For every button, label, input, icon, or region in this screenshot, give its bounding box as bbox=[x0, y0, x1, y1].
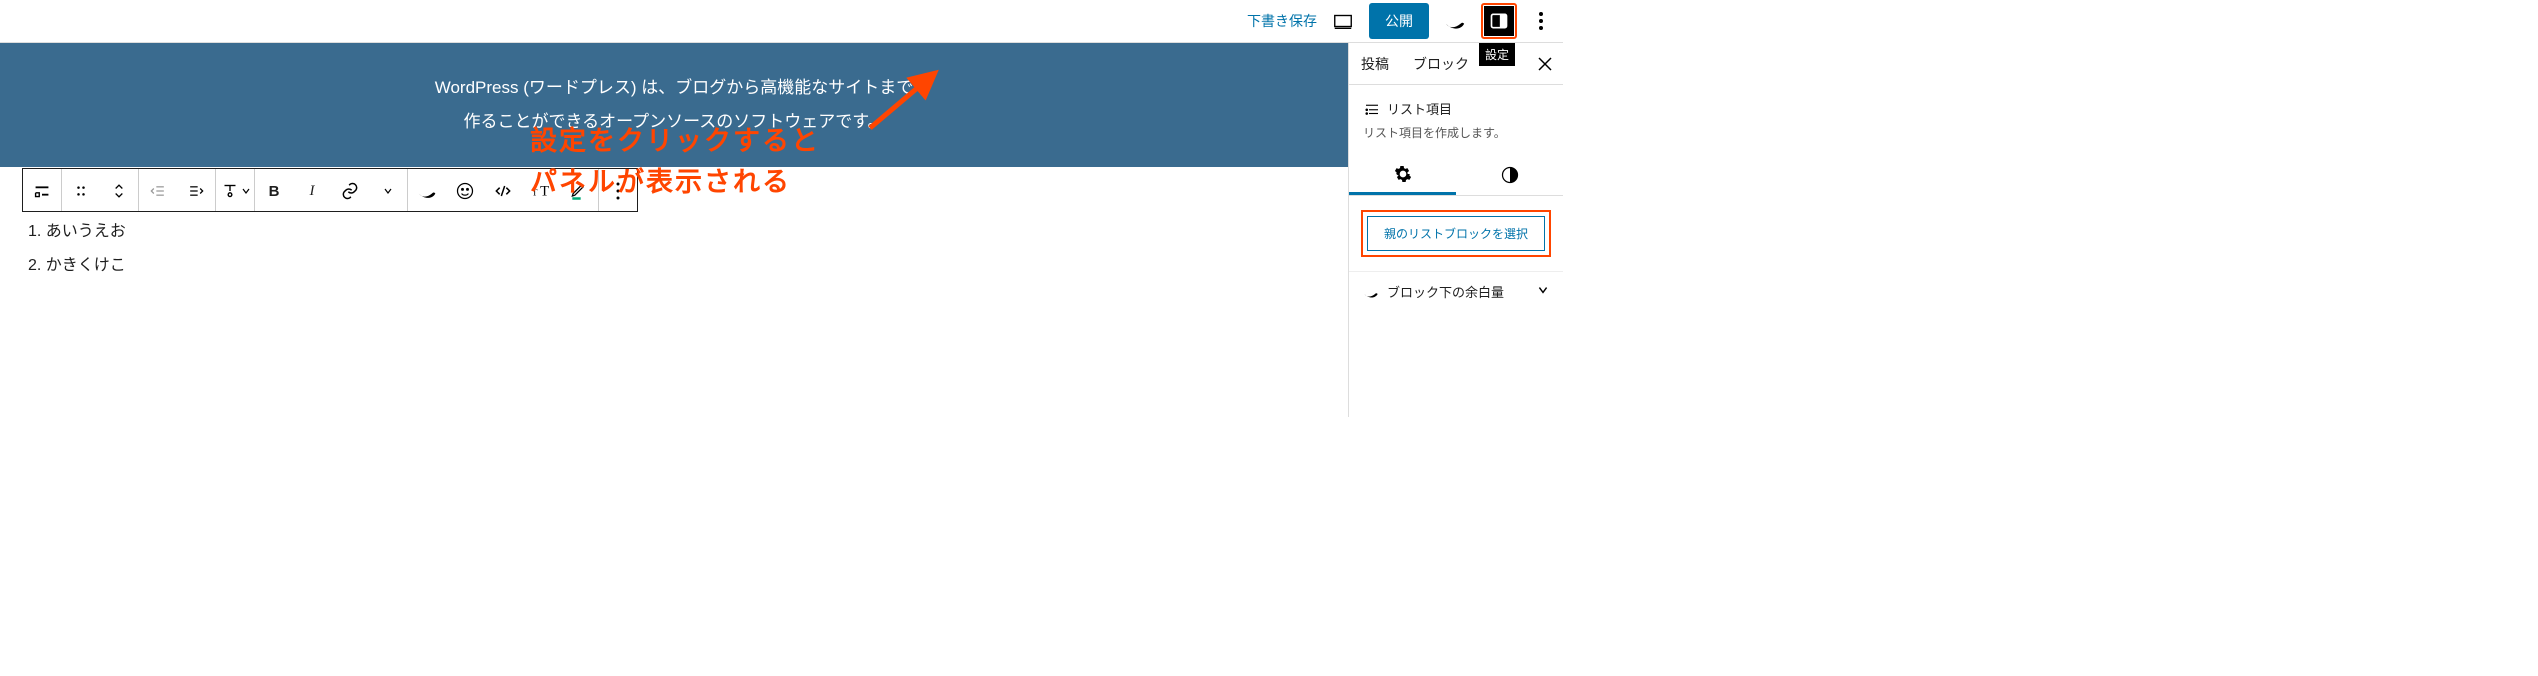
list-item-block-icon-button[interactable] bbox=[23, 169, 61, 213]
gear-icon bbox=[1393, 164, 1413, 184]
swoosh-icon bbox=[1363, 284, 1379, 300]
chevron-down-icon bbox=[241, 186, 251, 196]
sidebar-tabs: 投稿 ブロック bbox=[1349, 43, 1563, 85]
list-item[interactable]: かきくけこ bbox=[28, 251, 1328, 275]
save-draft-link[interactable]: 下書き保存 bbox=[1247, 11, 1317, 31]
move-arrows-icon bbox=[109, 181, 129, 201]
preview-display-icon bbox=[1332, 10, 1354, 32]
editor-main-area: WordPress (ワードプレス) は、ブログから高機能なサイトまで 作ること… bbox=[0, 43, 1563, 417]
list-item-icon bbox=[1363, 100, 1381, 118]
list-item[interactable]: あいうえお bbox=[28, 217, 1328, 241]
editor-top-header: 下書き保存 公開 設定 bbox=[0, 0, 1563, 42]
outdent-icon bbox=[148, 181, 168, 201]
subtab-settings[interactable] bbox=[1349, 155, 1456, 195]
more-menu-button[interactable] bbox=[1527, 3, 1555, 39]
more-vertical-icon bbox=[1539, 12, 1543, 30]
link-icon bbox=[340, 181, 360, 201]
settings-sidebar: 投稿 ブロック リスト項目 リスト項目を作成します。 親のリストブロックを bbox=[1348, 43, 1563, 417]
close-sidebar-button[interactable] bbox=[1527, 46, 1563, 82]
code-button[interactable] bbox=[484, 169, 522, 213]
preview-button[interactable] bbox=[1327, 5, 1359, 37]
drag-dots-icon bbox=[71, 181, 91, 201]
block-name-label: リスト項目 bbox=[1387, 99, 1452, 118]
smiley-icon bbox=[455, 181, 475, 201]
drag-handle[interactable] bbox=[62, 169, 100, 213]
emoji-button[interactable] bbox=[446, 169, 484, 213]
select-parent-block-button[interactable]: 親のリストブロックを選択 bbox=[1367, 216, 1545, 251]
bold-button[interactable]: B bbox=[255, 169, 293, 213]
paragraph-format-icon bbox=[219, 180, 241, 202]
indent-button[interactable] bbox=[177, 169, 215, 213]
annotation-text: 設定をクリックすると パネルが表示される bbox=[530, 121, 820, 202]
margin-panel-label: ブロック下の余白量 bbox=[1387, 282, 1504, 301]
block-description: リスト項目を作成します。 bbox=[1363, 124, 1549, 141]
list-item-icon bbox=[31, 180, 53, 202]
outdent-button[interactable] bbox=[139, 169, 177, 213]
contrast-icon bbox=[1500, 165, 1520, 185]
close-icon bbox=[1537, 56, 1553, 72]
swoosh-icon bbox=[1444, 10, 1466, 32]
subtab-styles[interactable] bbox=[1456, 155, 1563, 195]
settings-tooltip: 設定 bbox=[1479, 43, 1515, 66]
swoosh-icon bbox=[417, 181, 437, 201]
editor-canvas: WordPress (ワードプレス) は、ブログから高機能なサイトまで 作ること… bbox=[0, 43, 1348, 417]
block-info-title: リスト項目 bbox=[1363, 99, 1549, 118]
format-button[interactable] bbox=[216, 169, 254, 213]
chevron-down-icon bbox=[383, 186, 393, 196]
move-arrows-button[interactable] bbox=[100, 169, 138, 213]
tab-block[interactable]: ブロック bbox=[1401, 44, 1481, 84]
indent-icon bbox=[186, 181, 206, 201]
margin-panel[interactable]: ブロック下の余白量 bbox=[1349, 271, 1563, 311]
jetpack-swoop-icon[interactable] bbox=[1439, 5, 1471, 37]
more-rich-text-button[interactable] bbox=[369, 169, 407, 213]
cover-text-line: WordPress (ワードプレス) は、ブログから高機能なサイトまで bbox=[20, 71, 1328, 105]
code-icon bbox=[493, 181, 513, 201]
tab-post[interactable]: 投稿 bbox=[1349, 44, 1401, 84]
link-button[interactable] bbox=[331, 169, 369, 213]
chevron-down-icon bbox=[1537, 284, 1549, 299]
publish-button[interactable]: 公開 bbox=[1369, 3, 1429, 39]
swoosh-tool-button[interactable] bbox=[408, 169, 446, 213]
settings-toggle-button[interactable]: 設定 bbox=[1481, 3, 1517, 39]
sidebar-panel-icon bbox=[1489, 11, 1509, 31]
block-info-panel: リスト項目 リスト項目を作成します。 bbox=[1349, 85, 1563, 155]
sidebar-subtabs bbox=[1349, 155, 1563, 196]
italic-button[interactable]: I bbox=[293, 169, 331, 213]
annotation-line: パネルが表示される bbox=[530, 162, 820, 203]
annotation-line: 設定をクリックすると bbox=[530, 121, 820, 162]
parent-select-highlight: 親のリストブロックを選択 bbox=[1361, 210, 1551, 257]
settings-button-inner bbox=[1484, 6, 1514, 36]
